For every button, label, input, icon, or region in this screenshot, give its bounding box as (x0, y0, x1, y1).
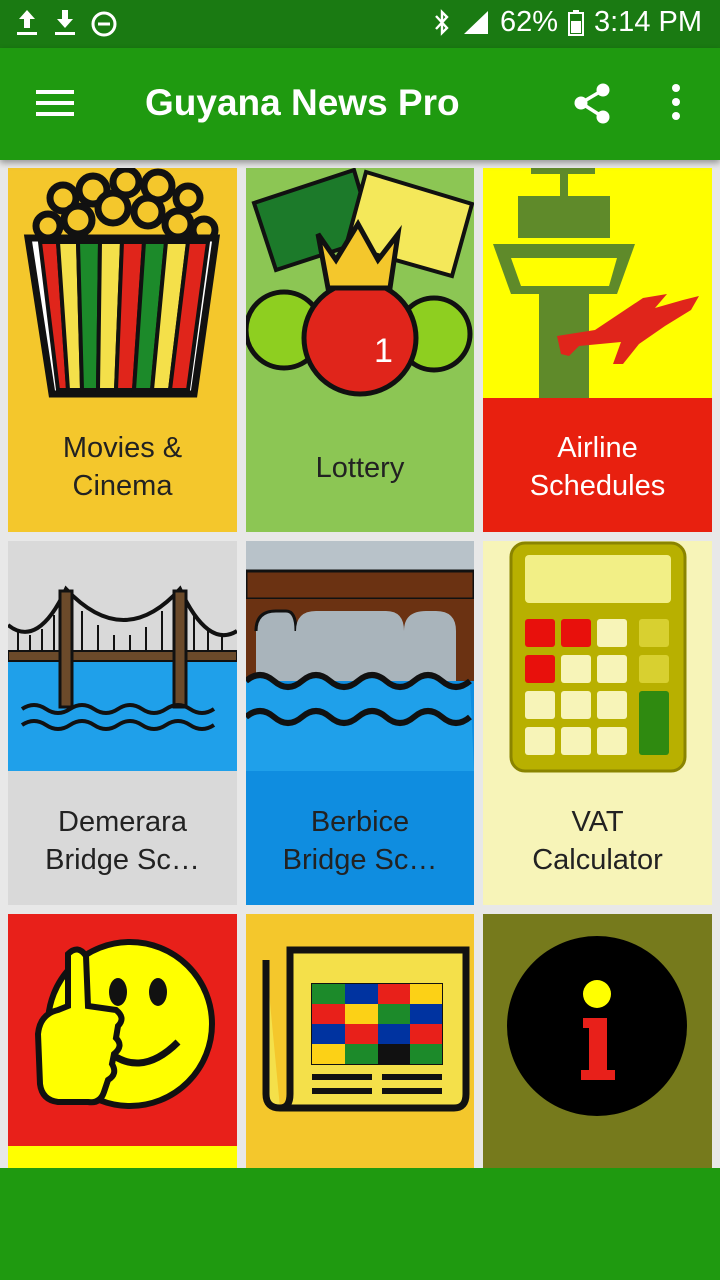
app-bar: Guyana News Pro (0, 48, 720, 160)
tile-lottery[interactable]: 1 Lottery (246, 168, 474, 532)
do-not-disturb-icon (91, 11, 117, 37)
lottery-balls-icon: 1 (246, 168, 474, 397)
tile-caribbean-news[interactable] (246, 914, 474, 1168)
bottom-banner (0, 1168, 720, 1280)
tile-movies-cinema[interactable]: Movies & Cinema (8, 168, 237, 532)
tile-label: Berbice Bridge Sc… (282, 806, 438, 876)
upload-icon (17, 10, 37, 35)
status-right: 62% 3:14 PM (432, 6, 702, 39)
tile-berbice-bridge[interactable]: Berbice Bridge Sc… (246, 541, 474, 905)
suspension-bridge-icon (8, 585, 237, 771)
tile-label: Movies & Cinema (62, 432, 183, 502)
control-tower-icon (493, 168, 699, 398)
signal-icon (463, 10, 488, 34)
svg-text:1: 1 (374, 332, 393, 370)
status-bar: 62% 3:14 PM (0, 0, 720, 48)
bluetooth-icon (435, 8, 449, 36)
tile-label: Airline Schedules (529, 432, 666, 502)
thumbs-up-smiley-icon (8, 939, 237, 1168)
battery-icon (568, 9, 584, 36)
pontoon-bridge-icon (246, 541, 474, 771)
tile-label: Demerara Bridge Sc… (45, 806, 200, 876)
tile-about[interactable] (483, 914, 712, 1168)
tile-demerara-bridge[interactable]: Demerara Bridge Sc… (8, 541, 237, 905)
newspaper-flags-icon (262, 946, 470, 1112)
tile-feedback[interactable] (8, 914, 237, 1168)
tile-label: Lottery (315, 452, 405, 484)
calculator-icon (509, 541, 687, 773)
clock: 3:14 PM (594, 6, 702, 38)
download-icon (55, 10, 75, 35)
status-left-icons (14, 8, 118, 38)
battery-percent: 62% (499, 6, 558, 38)
tile-airline-schedules[interactable]: Airline Schedules (483, 168, 712, 532)
info-icon (507, 936, 687, 1116)
more-vert-icon[interactable] (664, 82, 688, 126)
share-icon[interactable] (572, 82, 612, 126)
tile-vat-calculator[interactable]: VAT Calculator (483, 541, 712, 905)
popcorn-icon (23, 168, 221, 398)
app-title: Guyana News Pro (145, 82, 460, 123)
menu-icon[interactable] (36, 88, 76, 118)
tile-label: VAT Calculator (532, 806, 663, 876)
